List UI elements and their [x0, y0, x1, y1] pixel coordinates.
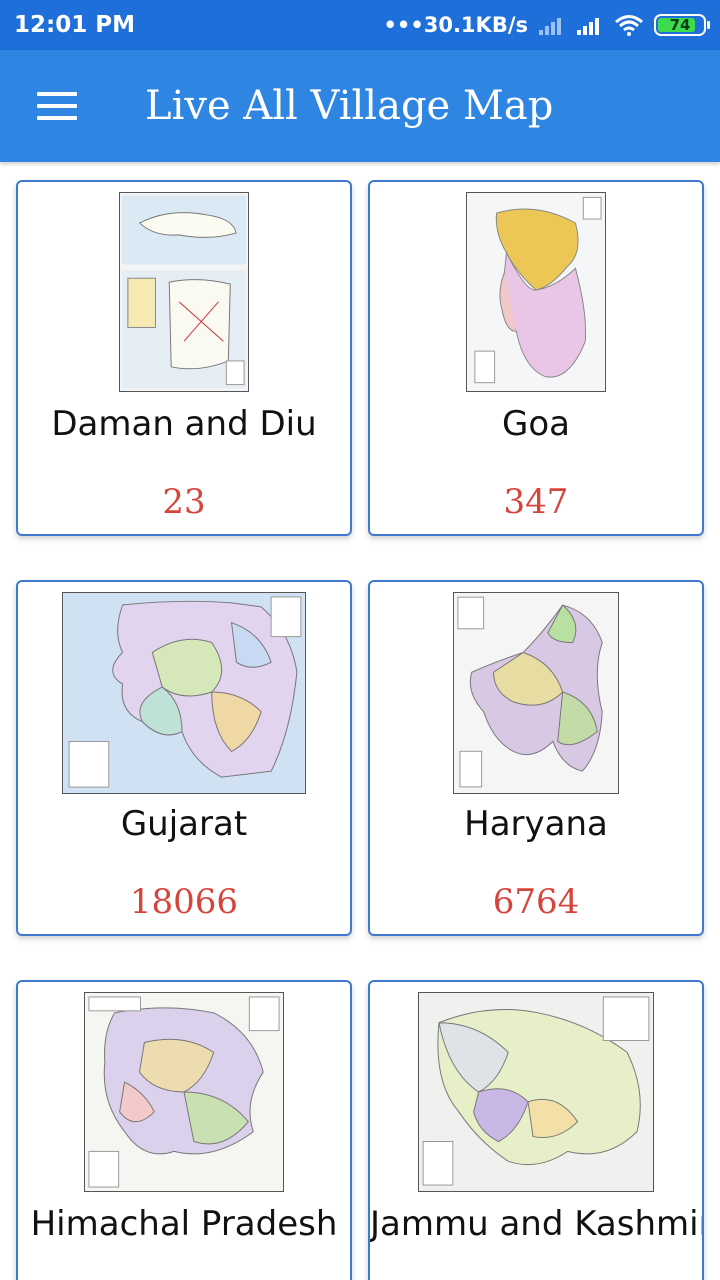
village-count: 6764: [492, 882, 580, 922]
state-grid: Daman and Diu 23 Goa 347 Gujarat 18066 H…: [0, 162, 720, 1280]
battery-icon: 74: [654, 14, 710, 36]
signal-strong-icon: [577, 18, 599, 35]
map-thumbnail: [84, 992, 284, 1192]
map-thumbnail: [119, 192, 249, 392]
status-time: 12:01 PM: [14, 12, 135, 38]
state-card-haryana[interactable]: Haryana 6764: [368, 580, 704, 936]
status-icons: •••30.1KB/s 74: [383, 13, 710, 37]
state-name: Gujarat: [120, 804, 248, 844]
state-name: Jammu and Kashmir: [370, 1204, 704, 1244]
map-thumbnail: [62, 592, 306, 794]
state-name: Haryana: [464, 804, 608, 844]
village-count: 347: [503, 482, 569, 522]
state-card-daman-and-diu[interactable]: Daman and Diu 23: [16, 180, 352, 536]
state-name: Goa: [502, 404, 570, 444]
village-count: 18066: [129, 882, 239, 922]
state-card-gujarat[interactable]: Gujarat 18066: [16, 580, 352, 936]
wifi-icon: [615, 15, 643, 36]
signal-weak-icon: [539, 18, 561, 35]
menu-icon[interactable]: [37, 92, 77, 120]
village-count: 23: [162, 482, 206, 522]
status-bar: 12:01 PM •••30.1KB/s 74: [0, 0, 720, 50]
app-bar: Live All Village Map: [0, 50, 720, 162]
state-name: Himachal Pradesh: [30, 1204, 338, 1244]
map-thumbnail: [453, 592, 619, 794]
app-title: Live All Village Map: [145, 83, 554, 129]
battery-level: 74: [669, 16, 691, 34]
state-card-jammu-and-kashmir[interactable]: Jammu and Kashmir: [368, 980, 704, 1280]
map-thumbnail: [466, 192, 606, 392]
state-card-goa[interactable]: Goa 347: [368, 180, 704, 536]
network-speed: •••30.1KB/s: [383, 13, 528, 37]
state-card-himachal-pradesh[interactable]: Himachal Pradesh: [16, 980, 352, 1280]
map-thumbnail: [418, 992, 654, 1192]
state-name: Daman and Diu: [51, 404, 317, 444]
